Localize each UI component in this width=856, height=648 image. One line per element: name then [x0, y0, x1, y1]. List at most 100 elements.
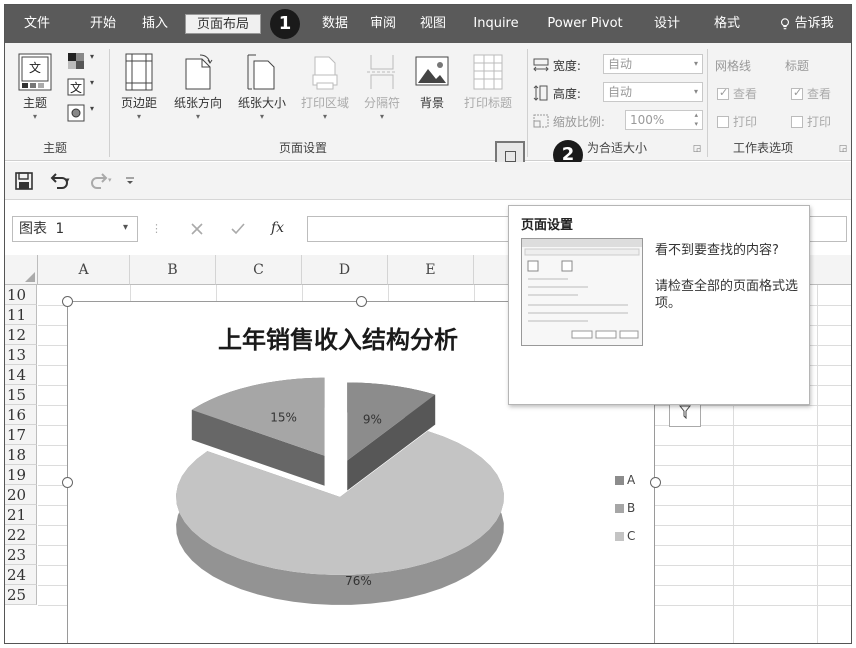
row-header[interactable]: 11 [5, 305, 37, 325]
headings-print-checkbox[interactable]: 打印 [791, 113, 831, 130]
sheet-options-group-label: 工作表选项 [733, 141, 794, 155]
column-header-a[interactable]: A [38, 255, 130, 285]
row-header[interactable]: 20 [5, 485, 37, 505]
scale-dialog-launcher-icon[interactable]: ◲ [691, 143, 703, 155]
width-dropdown-icon: ▾ [693, 59, 698, 68]
width-select[interactable]: 自动 ▾ [603, 54, 703, 74]
orientation-dropdown-icon: ▾ [195, 112, 200, 121]
column-header-c[interactable]: C [216, 255, 302, 285]
tab-insert[interactable]: 插入 [137, 14, 173, 34]
margins-button[interactable]: 页边距 ▾ [115, 53, 163, 121]
tab-file[interactable]: 文件 [19, 14, 55, 34]
row-header[interactable]: 21 [5, 505, 37, 525]
legend-item-a[interactable]: A [615, 473, 635, 487]
resize-handle[interactable] [356, 296, 367, 307]
column-header-b[interactable]: B [130, 255, 216, 285]
cancel-icon[interactable] [191, 223, 203, 235]
row-header[interactable]: 12 [5, 325, 37, 345]
callout-1-badge: 1 [270, 9, 300, 39]
background-label: 背景 [419, 96, 444, 110]
gridlines-print-checkbox[interactable]: 打印 [717, 113, 757, 130]
tab-view[interactable]: 视图 [415, 14, 451, 34]
breaks-button[interactable]: 分隔符 ▾ [359, 53, 405, 121]
breaks-label: 分隔符 [363, 96, 400, 110]
resize-handle[interactable] [62, 477, 73, 488]
redo-icon[interactable]: ▾ [91, 172, 113, 190]
effects-button[interactable]: ▾ [63, 103, 99, 128]
gridlines-view-label: 查看 [733, 87, 758, 101]
row-header[interactable]: 18 [5, 445, 37, 465]
svg-text:文: 文 [29, 60, 41, 75]
sheet-options-dialog-launcher-icon[interactable]: ◲ [837, 143, 849, 155]
margins-label: 页边距 [120, 96, 157, 110]
colors-button[interactable]: ▾ [63, 51, 99, 76]
orientation-icon [185, 54, 213, 90]
name-box[interactable]: 图表 1 [12, 216, 138, 242]
undo-icon[interactable]: ▾ [49, 172, 71, 190]
tab-design[interactable]: 设计 [647, 14, 687, 34]
fonts-button[interactable]: 文 ▾ [63, 77, 99, 102]
gridline [817, 285, 818, 643]
data-label-a[interactable]: 9% [363, 412, 382, 426]
customize-qat-icon[interactable] [125, 176, 135, 186]
select-all-corner[interactable] [5, 255, 38, 285]
row-header[interactable]: 16 [5, 405, 37, 425]
size-button[interactable]: 纸张大小 ▾ [231, 53, 293, 121]
legend-item-c[interactable]: C [615, 529, 635, 543]
scale-value: 100% [630, 113, 665, 127]
themes-button[interactable]: 文 主题 ▾ [15, 53, 55, 121]
breaks-dropdown-icon: ▾ [379, 112, 384, 121]
orientation-button[interactable]: 纸张方向 ▾ [167, 53, 229, 121]
headings-print-label: 打印 [807, 115, 832, 129]
row-header[interactable]: 13 [5, 345, 37, 365]
svg-text:▾: ▾ [66, 176, 70, 184]
row-header[interactable]: 19 [5, 465, 37, 485]
width-value: 自动 [608, 57, 633, 71]
column-header-e[interactable]: E [388, 255, 474, 285]
row-header[interactable]: 15 [5, 385, 37, 405]
row-header[interactable]: 14 [5, 365, 37, 385]
pie-slice-c[interactable]: 76% [176, 431, 504, 605]
tab-format[interactable]: 格式 [707, 14, 747, 34]
scale-spinner[interactable]: 100% ▴ ▾ [625, 110, 703, 130]
gridlines-view-checkbox[interactable]: 查看 [717, 85, 757, 102]
legend-item-b[interactable]: B [615, 501, 635, 515]
save-icon[interactable] [15, 172, 33, 190]
height-select[interactable]: 自动 ▾ [603, 82, 703, 102]
tooltip-title: 页面设置 [521, 218, 574, 233]
data-label-b[interactable]: 15% [270, 411, 297, 425]
tell-me-search[interactable]: 告诉我 [765, 14, 849, 34]
tab-power-pivot[interactable]: Power Pivot [537, 14, 633, 34]
more-icon: ⋮ [151, 222, 162, 235]
row-header[interactable]: 25 [5, 585, 37, 605]
column-header-d[interactable]: D [302, 255, 388, 285]
tab-page-layout[interactable]: 页面布局 [185, 14, 261, 34]
tab-data[interactable]: 数据 [317, 14, 353, 34]
row-header[interactable]: 10 [5, 285, 37, 305]
print-area-button[interactable]: 打印区域 ▾ [293, 53, 357, 121]
headings-view-checkbox[interactable]: 查看 [791, 85, 831, 102]
size-label: 纸张大小 [237, 96, 286, 110]
print-titles-button[interactable]: 打印标题 [457, 53, 519, 111]
tab-review[interactable]: 审阅 [365, 14, 401, 34]
scale-group-label: 为合适大小 [587, 141, 648, 155]
enter-checkmark-icon[interactable] [231, 223, 245, 235]
insert-function-icon[interactable]: fx [271, 220, 284, 236]
legend-label: B [627, 501, 636, 515]
chart-filters-button[interactable] [669, 403, 701, 427]
filter-icon [678, 405, 692, 420]
data-label-c[interactable]: 76% [345, 574, 372, 588]
resize-handle[interactable] [650, 477, 661, 488]
resize-handle[interactable] [62, 296, 73, 307]
tooltip-line-1: 看不到要查找的内容? [655, 243, 779, 258]
row-header[interactable]: 17 [5, 425, 37, 445]
width-label: 宽度: [533, 57, 581, 74]
print-area-label: 打印区域 [300, 96, 349, 110]
tab-home[interactable]: 开始 [85, 14, 121, 34]
row-header[interactable]: 24 [5, 565, 37, 585]
tab-inquire[interactable]: Inquire [466, 14, 526, 34]
row-header[interactable]: 23 [5, 545, 37, 565]
background-button[interactable]: 背景 [409, 53, 455, 111]
name-box-dropdown-icon[interactable]: ▾ [123, 222, 128, 233]
row-header[interactable]: 22 [5, 525, 37, 545]
